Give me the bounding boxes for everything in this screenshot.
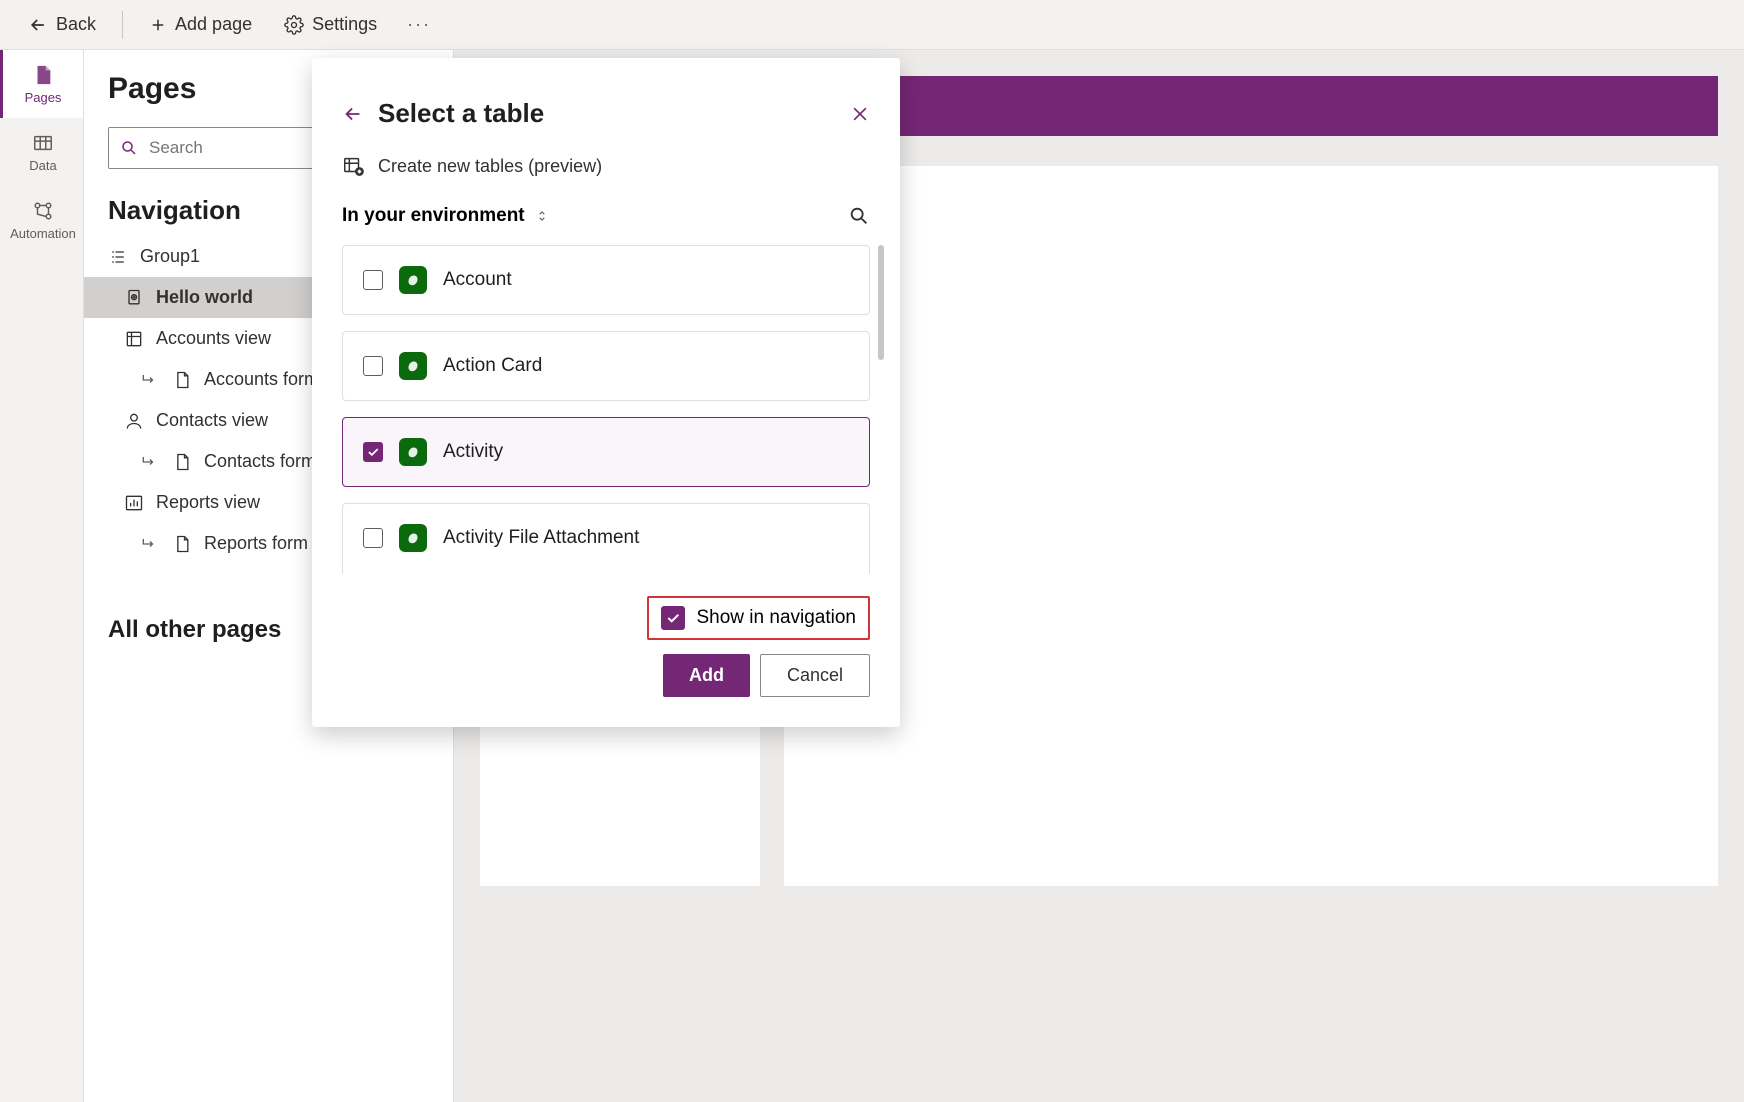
dataverse-icon: [399, 524, 427, 552]
checkbox-checked[interactable]: [661, 606, 685, 630]
show-in-navigation-label: Show in navigation: [697, 607, 857, 629]
search-icon: [120, 139, 138, 157]
cancel-button[interactable]: Cancel: [760, 654, 870, 697]
table-item-action-card[interactable]: Action Card: [342, 331, 870, 401]
form-icon: [172, 452, 192, 472]
rail-item-data[interactable]: Data: [0, 118, 83, 186]
dataverse-icon: [399, 266, 427, 294]
contacts-icon: [124, 411, 144, 431]
select-table-dialog: Select a table Create new tables (previe…: [312, 58, 900, 727]
table-list: Account Action Card Activity Activity Fi…: [342, 245, 870, 574]
nav-label: Reports form: [204, 533, 308, 554]
nav-label: Hello world: [156, 287, 253, 308]
create-new-tables-button[interactable]: Create new tables (preview): [342, 155, 870, 177]
environment-section-toggle[interactable]: In your environment: [342, 205, 549, 227]
rail-label: Data: [29, 158, 56, 173]
show-in-navigation-checkbox[interactable]: Show in navigation: [647, 596, 871, 640]
dataverse-icon: [399, 438, 427, 466]
add-page-label: Add page: [175, 14, 252, 35]
checkbox-unchecked[interactable]: [363, 356, 383, 376]
checkbox-checked[interactable]: [363, 442, 383, 462]
preview-pane: [784, 166, 1718, 886]
checkbox-unchecked[interactable]: [363, 270, 383, 290]
flow-icon: [32, 200, 54, 222]
table-label: Action Card: [443, 355, 542, 377]
add-button[interactable]: Add: [663, 654, 750, 697]
scrollbar-thumb[interactable]: [878, 245, 884, 360]
dataverse-icon: [399, 352, 427, 380]
add-page-button[interactable]: Add page: [137, 8, 264, 41]
subform-arrow-icon: [140, 370, 160, 390]
subform-arrow-icon: [140, 452, 160, 472]
form-icon: [172, 534, 192, 554]
settings-label: Settings: [312, 14, 377, 35]
chart-icon: [124, 493, 144, 513]
dialog-close-button[interactable]: [850, 104, 870, 124]
back-label: Back: [56, 14, 96, 35]
table-label: Activity: [443, 441, 503, 463]
toolbar-divider: [122, 11, 123, 39]
table-label: Account: [443, 269, 512, 291]
table-icon: [32, 132, 54, 154]
view-icon: [124, 329, 144, 349]
list-icon: [108, 247, 128, 267]
nav-label: Group1: [140, 246, 200, 267]
side-panel-title: Pages: [108, 72, 196, 106]
custom-page-icon: [124, 288, 144, 308]
left-rail: Pages Data Automation: [0, 50, 84, 1102]
rail-item-automation[interactable]: Automation: [0, 186, 83, 254]
back-button[interactable]: Back: [16, 8, 108, 41]
plus-icon: [149, 16, 167, 34]
nav-label: Contacts form: [204, 451, 316, 472]
nav-label: Accounts view: [156, 328, 271, 349]
table-item-account[interactable]: Account: [342, 245, 870, 315]
table-item-activity-file-attachment[interactable]: Activity File Attachment: [342, 503, 870, 574]
form-icon: [172, 370, 192, 390]
back-arrow-icon: [28, 15, 48, 35]
environment-label: In your environment: [342, 205, 525, 227]
table-label: Activity File Attachment: [443, 527, 639, 549]
checkbox-unchecked[interactable]: [363, 528, 383, 548]
gear-icon: [284, 15, 304, 35]
subform-arrow-icon: [140, 534, 160, 554]
settings-button[interactable]: Settings: [272, 8, 389, 41]
nav-label: Accounts form: [204, 369, 319, 390]
rail-label: Automation: [10, 226, 76, 241]
more-button[interactable]: ···: [397, 14, 441, 35]
nav-label: Contacts view: [156, 410, 268, 431]
top-toolbar: Back Add page Settings ···: [0, 0, 1744, 50]
dialog-title: Select a table: [378, 98, 836, 129]
create-new-label: Create new tables (preview): [378, 156, 602, 177]
dialog-back-button[interactable]: [342, 103, 364, 125]
page-icon: [32, 64, 54, 86]
rail-label: Pages: [25, 90, 62, 105]
create-table-icon: [342, 155, 364, 177]
rail-item-pages[interactable]: Pages: [0, 50, 83, 118]
table-item-activity[interactable]: Activity: [342, 417, 870, 487]
sort-chevron-icon: [535, 207, 549, 225]
dialog-search-button[interactable]: [848, 205, 870, 227]
nav-label: Reports view: [156, 492, 260, 513]
